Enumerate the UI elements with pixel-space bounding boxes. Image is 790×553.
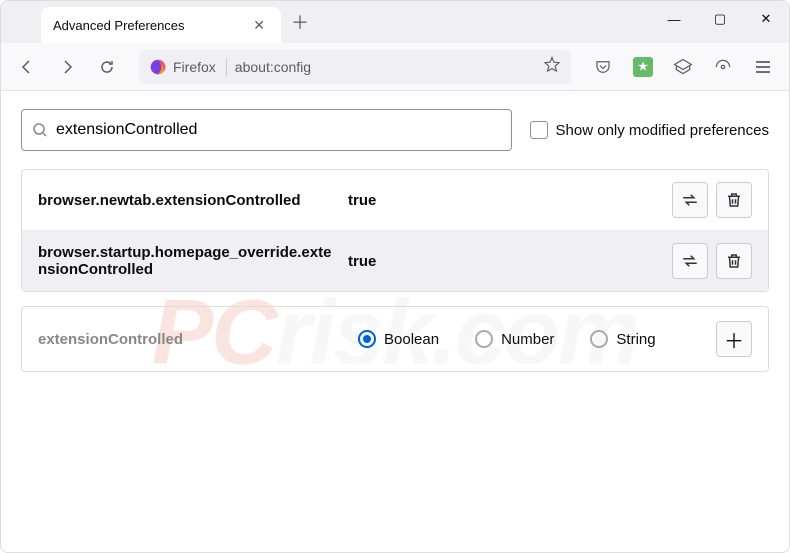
new-pref-row: extensionControlled Boolean Number Strin… — [21, 306, 769, 372]
pref-value: true — [348, 253, 662, 270]
pref-table: browser.newtab.extensionControlled true … — [21, 169, 769, 292]
search-box[interactable] — [21, 109, 512, 151]
toggle-icon — [681, 191, 699, 209]
firefox-icon — [149, 58, 167, 76]
forward-button[interactable] — [51, 51, 83, 83]
type-radio-group: Boolean Number String — [358, 330, 696, 348]
toggle-icon — [681, 252, 699, 270]
url-bar[interactable]: Firefox about:config — [139, 50, 571, 84]
trash-icon — [725, 191, 743, 209]
browser-tab[interactable]: Advanced Preferences ✕ — [41, 7, 281, 43]
trash-icon — [725, 252, 743, 270]
account-icon[interactable] — [667, 51, 699, 83]
pref-name: browser.startup.homepage_override.extens… — [38, 244, 338, 278]
content-area: PCrisk.com Show only modified preference… — [1, 91, 789, 552]
nav-toolbar: Firefox about:config ★ — [1, 43, 789, 91]
pocket-icon[interactable] — [587, 51, 619, 83]
pref-name: browser.newtab.extensionControlled — [38, 192, 338, 209]
radio-icon — [358, 330, 376, 348]
new-tab-button[interactable]: ＋ — [281, 1, 319, 43]
add-pref-button[interactable]: ＋ — [716, 321, 752, 357]
radio-number[interactable]: Number — [475, 330, 554, 348]
menu-button[interactable] — [747, 51, 779, 83]
search-row: Show only modified preferences — [21, 109, 769, 151]
show-modified-checkbox[interactable]: Show only modified preferences — [530, 121, 769, 139]
delete-button[interactable] — [716, 182, 752, 218]
pref-row: browser.startup.homepage_override.extens… — [22, 231, 768, 291]
bookmark-star-icon[interactable] — [543, 56, 561, 77]
back-button[interactable] — [11, 51, 43, 83]
toggle-button[interactable] — [672, 243, 708, 279]
radio-label: String — [616, 331, 655, 348]
url-text: about:config — [235, 59, 535, 75]
browser-window: Advanced Preferences ✕ ＋ — ▢ ✕ Firefox a… — [0, 0, 790, 553]
checkbox-label: Show only modified preferences — [556, 122, 769, 139]
maximize-button[interactable]: ▢ — [697, 1, 743, 37]
toggle-button[interactable] — [672, 182, 708, 218]
pref-actions — [672, 182, 752, 218]
search-icon — [32, 122, 48, 138]
radio-boolean[interactable]: Boolean — [358, 330, 439, 348]
new-pref-name: extensionControlled — [38, 331, 338, 348]
shield-icon[interactable] — [707, 51, 739, 83]
extension-icon[interactable]: ★ — [627, 51, 659, 83]
pref-row: browser.newtab.extensionControlled true — [22, 170, 768, 231]
checkbox-icon[interactable] — [530, 121, 548, 139]
pref-actions — [672, 243, 752, 279]
identity-box[interactable]: Firefox — [149, 58, 227, 76]
radio-label: Number — [501, 331, 554, 348]
radio-icon — [590, 330, 608, 348]
radio-label: Boolean — [384, 331, 439, 348]
identity-label: Firefox — [173, 59, 216, 75]
close-tab-icon[interactable]: ✕ — [249, 15, 269, 36]
minimize-button[interactable]: — — [651, 1, 697, 37]
window-controls: — ▢ ✕ — [651, 1, 789, 37]
titlebar: Advanced Preferences ✕ ＋ — ▢ ✕ — [1, 1, 789, 43]
reload-button[interactable] — [91, 51, 123, 83]
search-input[interactable] — [56, 121, 501, 139]
close-window-button[interactable]: ✕ — [743, 1, 789, 37]
pref-value: true — [348, 192, 662, 209]
radio-string[interactable]: String — [590, 330, 655, 348]
tab-title: Advanced Preferences — [53, 18, 239, 33]
delete-button[interactable] — [716, 243, 752, 279]
radio-icon — [475, 330, 493, 348]
